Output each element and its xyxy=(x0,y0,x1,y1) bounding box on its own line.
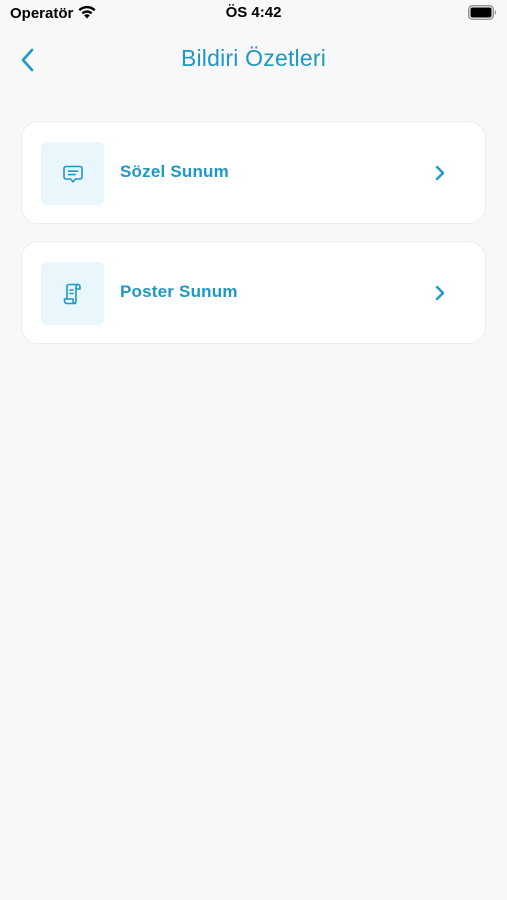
menu-item-label: Sözel Sunum xyxy=(120,162,229,181)
chevron-right-icon xyxy=(435,285,445,301)
scroll-icon xyxy=(63,283,81,304)
nav-header: Bildiri Özetleri xyxy=(0,36,507,84)
message-icon xyxy=(62,165,83,183)
battery-icon xyxy=(468,5,496,20)
clock: ÖS 4:42 xyxy=(225,4,282,21)
status-bar: Operatör ÖS 4:42 xyxy=(0,0,507,30)
menu-item-poster-sunum[interactable]: Poster Sunum xyxy=(21,241,486,344)
menu-item-sozel-sunum[interactable]: Sözel Sunum xyxy=(21,121,486,224)
chevron-right-icon xyxy=(435,165,445,181)
menu-item-icon-box xyxy=(41,142,104,205)
menu-item-label: Poster Sunum xyxy=(120,282,238,301)
menu-item-icon-box xyxy=(41,262,104,325)
page-title: Bildiri Özetleri xyxy=(180,45,327,71)
